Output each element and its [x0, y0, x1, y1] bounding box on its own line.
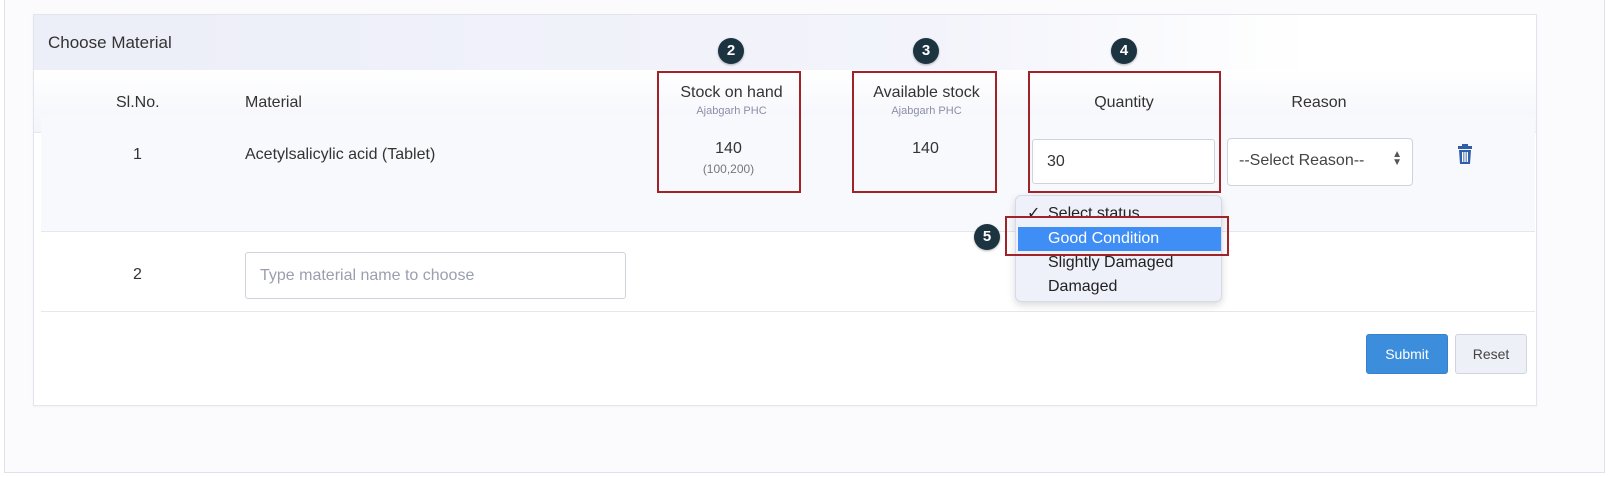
- callout-badge-5: 5: [974, 224, 1000, 250]
- reason-select[interactable]: --Select Reason-- ▲ ▼: [1227, 138, 1413, 186]
- material-search-input[interactable]: [245, 252, 626, 299]
- callout-badge-4: 4: [1111, 38, 1137, 64]
- trash-icon[interactable]: [1457, 144, 1473, 169]
- header-reason: Reason: [1291, 94, 1347, 111]
- callout-box-stock-on-hand: [657, 71, 801, 193]
- submit-button[interactable]: Submit: [1366, 334, 1448, 374]
- callout-box-status: [1005, 216, 1229, 256]
- callout-box-available-stock: [852, 71, 997, 193]
- callout-badge-3: 3: [913, 38, 939, 64]
- status-option-label: Slightly Damaged: [1048, 254, 1174, 271]
- header-slno: Sl.No.: [116, 94, 160, 111]
- header-material: Material: [245, 94, 302, 111]
- callout-box-quantity: [1028, 71, 1221, 193]
- reason-select-value: --Select Reason--: [1239, 152, 1365, 169]
- panel-title: Choose Material: [48, 33, 172, 52]
- row-material: Acetylsalicylic acid (Tablet): [245, 146, 436, 163]
- status-option-label: Damaged: [1048, 278, 1118, 295]
- status-option-damaged[interactable]: Damaged: [1016, 275, 1221, 299]
- panel-header: Choose Material: [34, 15, 1536, 70]
- updown-arrows-icon: ▲ ▼: [1392, 149, 1402, 168]
- row-slno: 1: [133, 146, 142, 163]
- reset-button[interactable]: Reset: [1455, 334, 1527, 374]
- table-row: 2: [41, 231, 1535, 312]
- row-slno: 2: [133, 266, 142, 283]
- callout-badge-2: 2: [718, 38, 744, 64]
